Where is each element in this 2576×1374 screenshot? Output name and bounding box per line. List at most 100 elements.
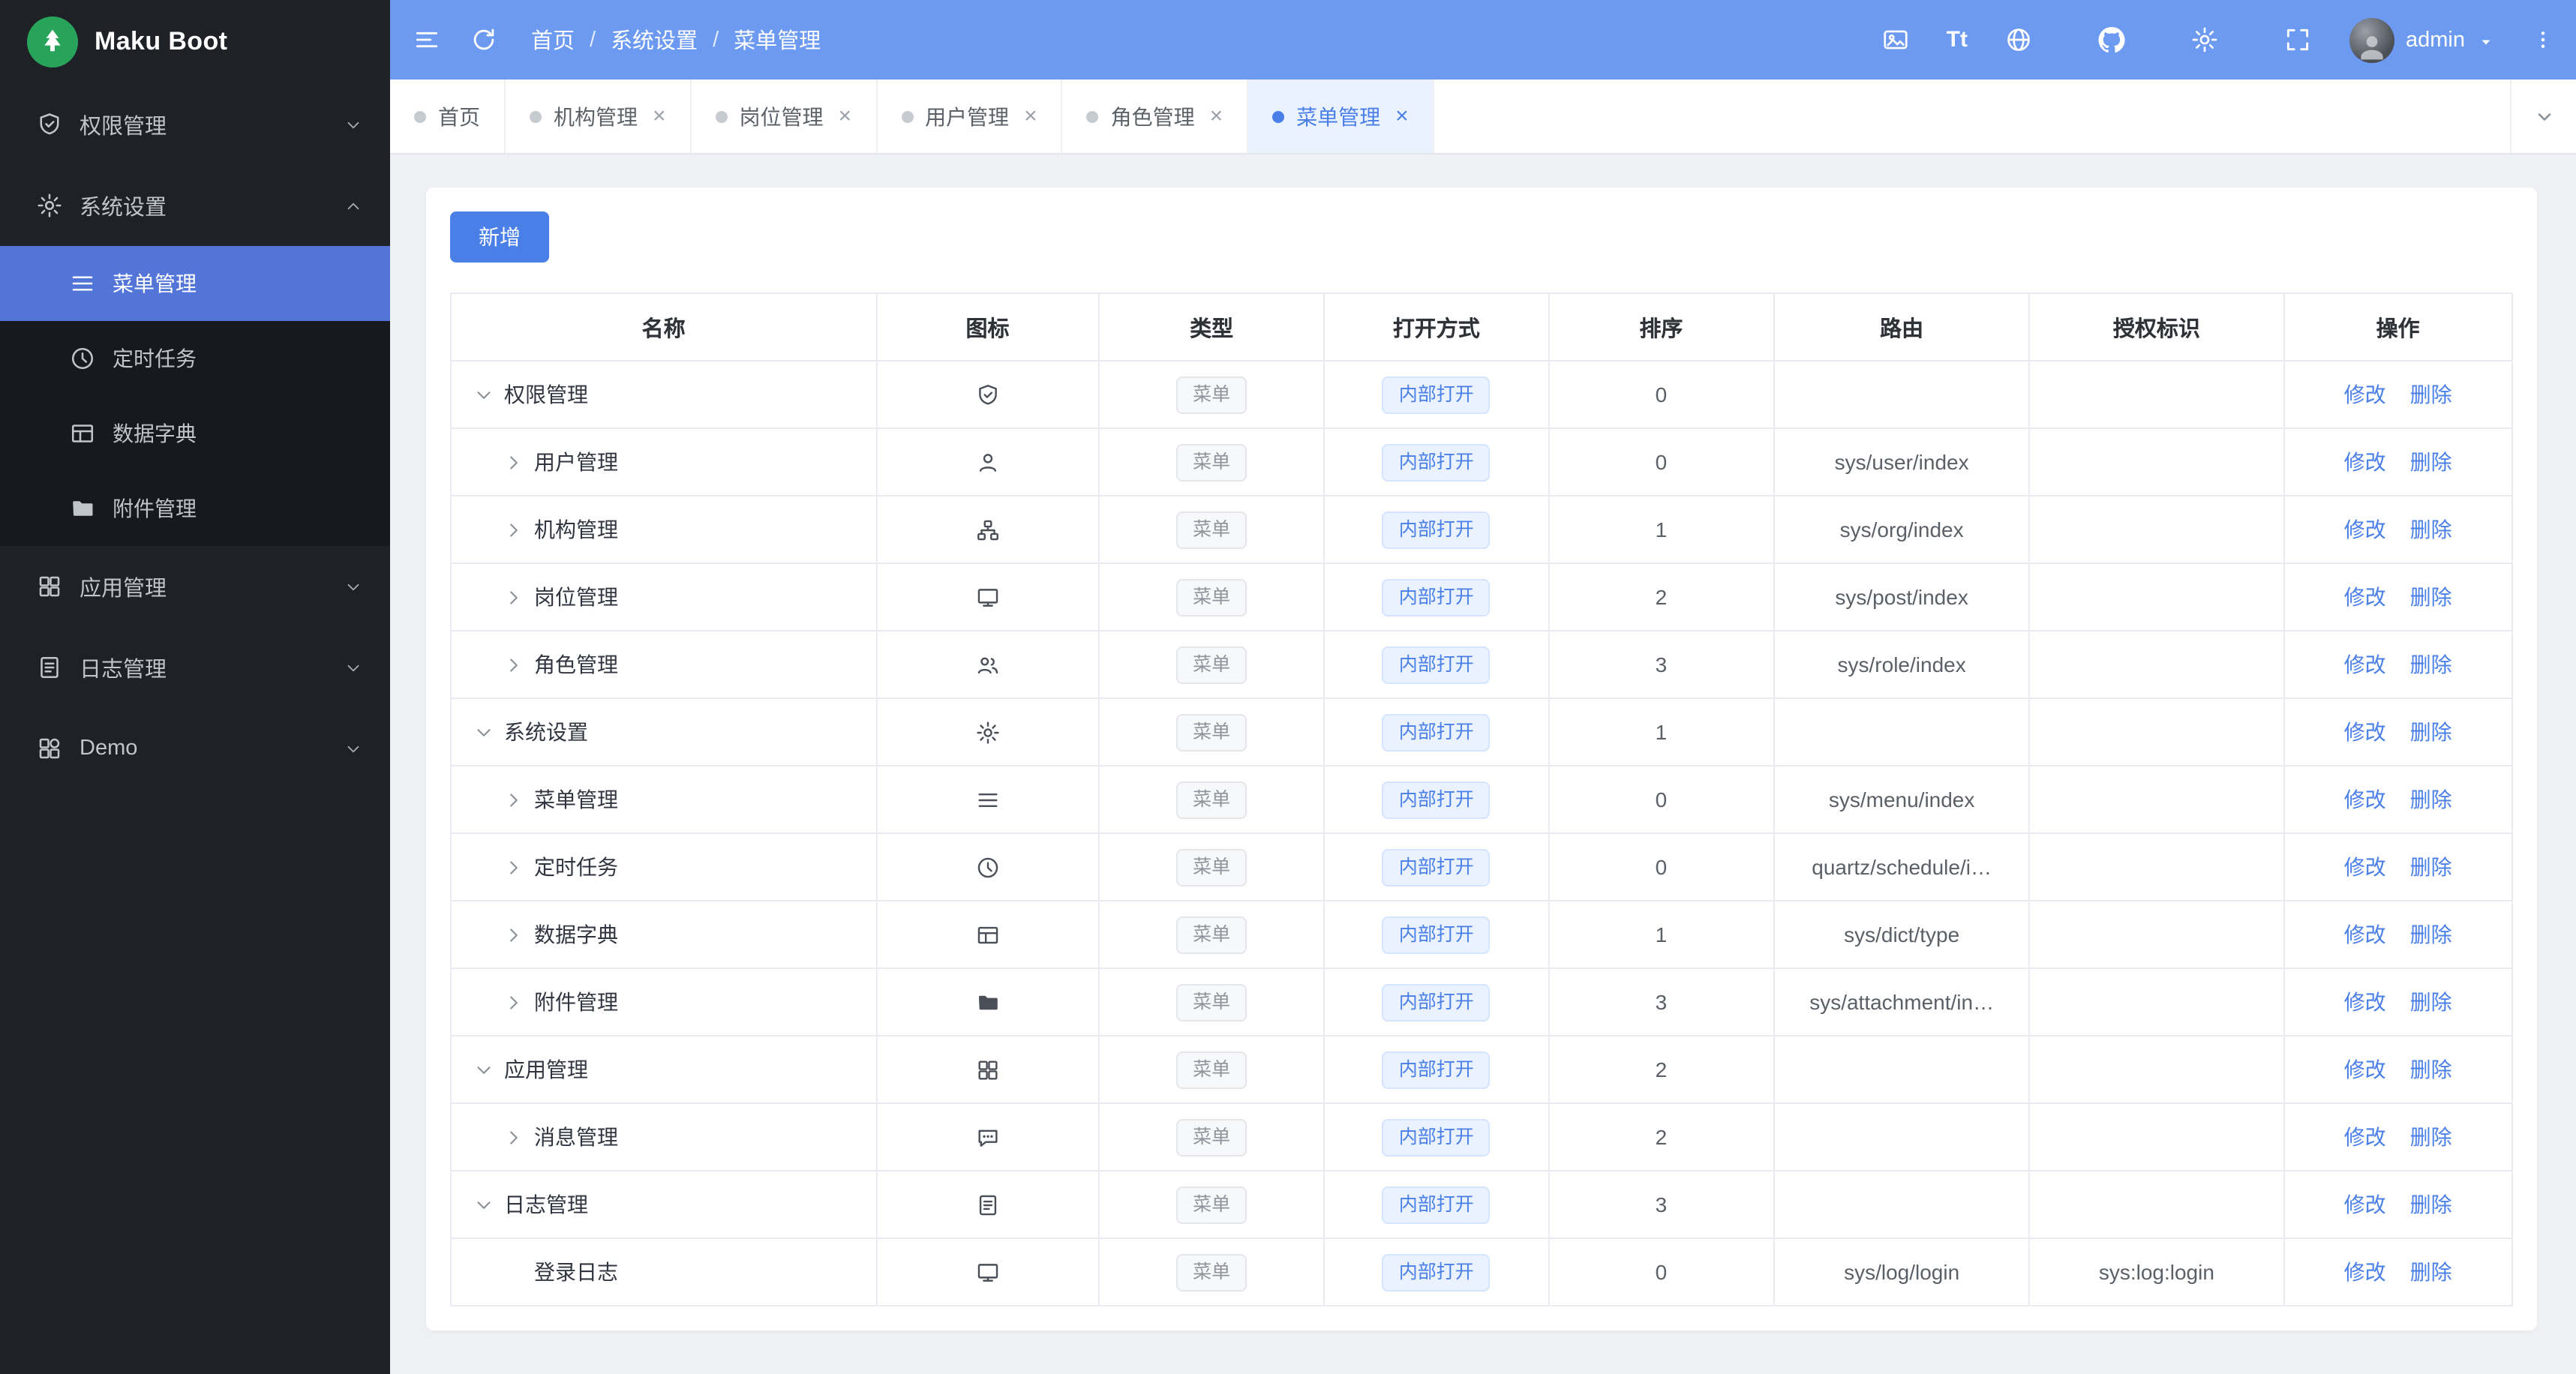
chevron-right-icon[interactable] bbox=[503, 788, 525, 811]
column-header: 路由 bbox=[1773, 292, 2031, 362]
tab-label: 岗位管理 bbox=[739, 104, 824, 128]
user-menu[interactable]: admin bbox=[2349, 17, 2495, 62]
edit-link[interactable]: 修改 bbox=[2344, 450, 2386, 474]
edit-link[interactable]: 修改 bbox=[2344, 720, 2386, 744]
add-button[interactable]: 新增 bbox=[450, 212, 549, 262]
screenshot-icon[interactable] bbox=[1881, 25, 1911, 55]
breadcrumb-item[interactable]: 菜单管理 bbox=[734, 24, 821, 56]
edit-link[interactable]: 修改 bbox=[2344, 788, 2386, 812]
sidebar-item-folder[interactable]: 附件管理 bbox=[0, 471, 390, 546]
open-mode-cell: 内部打开 bbox=[1323, 1035, 1550, 1104]
type-cell: 菜单 bbox=[1097, 495, 1326, 564]
refresh-icon[interactable] bbox=[468, 25, 498, 55]
font-size-icon[interactable]: Tt bbox=[1947, 27, 1968, 52]
delete-link[interactable]: 删除 bbox=[2410, 450, 2452, 474]
settings-gear-icon[interactable] bbox=[2190, 25, 2220, 55]
tab-首页[interactable]: 首页 bbox=[390, 80, 506, 153]
open-mode-cell: 内部打开 bbox=[1323, 968, 1550, 1036]
sidebar-item-demo[interactable]: Demo bbox=[0, 708, 390, 789]
icon-cell bbox=[875, 428, 1100, 496]
edit-link[interactable]: 修改 bbox=[2344, 1260, 2386, 1284]
sidebar-item-menu[interactable]: 菜单管理 bbox=[0, 246, 390, 321]
breadcrumb-separator: / bbox=[713, 28, 719, 52]
chevron-right-icon[interactable] bbox=[503, 653, 525, 676]
github-icon[interactable] bbox=[2097, 25, 2127, 55]
edit-link[interactable]: 修改 bbox=[2344, 1192, 2386, 1216]
chevron-right-icon[interactable] bbox=[503, 518, 525, 541]
tab-close-icon[interactable]: × bbox=[1210, 105, 1223, 128]
hamburger-icon[interactable] bbox=[411, 25, 441, 55]
edit-link[interactable]: 修改 bbox=[2344, 652, 2386, 676]
route-cell bbox=[1773, 1170, 2031, 1239]
edit-link[interactable]: 修改 bbox=[2344, 922, 2386, 946]
edit-link[interactable]: 修改 bbox=[2344, 518, 2386, 542]
delete-link[interactable]: 删除 bbox=[2410, 1192, 2452, 1216]
auth-cell bbox=[2028, 1170, 2285, 1239]
type-cell: 菜单 bbox=[1097, 1238, 1326, 1306]
sidebar-item-table[interactable]: 数据字典 bbox=[0, 396, 390, 471]
tab-角色管理[interactable]: 角色管理 × bbox=[1063, 80, 1249, 153]
tab-close-icon[interactable]: × bbox=[653, 105, 666, 128]
delete-link[interactable]: 删除 bbox=[2410, 922, 2452, 946]
delete-link[interactable]: 删除 bbox=[2410, 382, 2452, 406]
delete-link[interactable]: 删除 bbox=[2410, 990, 2452, 1014]
tab-close-icon[interactable]: × bbox=[1024, 105, 1037, 128]
chevron-right-icon[interactable] bbox=[503, 991, 525, 1013]
tab-close-icon[interactable]: × bbox=[839, 105, 852, 128]
tab-菜单管理[interactable]: 菜单管理 × bbox=[1248, 80, 1434, 153]
chevron-right-icon[interactable] bbox=[503, 923, 525, 946]
delete-link[interactable]: 删除 bbox=[2410, 788, 2452, 812]
chevron-right-icon[interactable] bbox=[503, 1126, 525, 1148]
edit-link[interactable]: 修改 bbox=[2344, 1125, 2386, 1149]
kebab-menu-icon[interactable] bbox=[2531, 25, 2555, 55]
actions-cell: 修改 删除 bbox=[2283, 562, 2514, 632]
sidebar-item-gear[interactable]: 系统设置 bbox=[0, 165, 390, 246]
delete-link[interactable]: 删除 bbox=[2410, 518, 2452, 542]
delete-link[interactable]: 删除 bbox=[2410, 1058, 2452, 1082]
name-cell: 数据字典 bbox=[450, 900, 878, 969]
type-cell: 菜单 bbox=[1097, 630, 1326, 699]
tab-岗位管理[interactable]: 岗位管理 × bbox=[692, 80, 878, 153]
delete-link[interactable]: 删除 bbox=[2410, 720, 2452, 744]
table-row: 权限管理 菜单 内部打开 0 修改 删除 bbox=[450, 360, 2514, 429]
edit-link[interactable]: 修改 bbox=[2344, 855, 2386, 879]
edit-link[interactable]: 修改 bbox=[2344, 990, 2386, 1014]
actions-cell: 修改 删除 bbox=[2283, 360, 2514, 429]
sidebar-item-doc[interactable]: 日志管理 bbox=[0, 627, 390, 708]
open-mode-cell: 内部打开 bbox=[1323, 1170, 1550, 1239]
sidebar-item-clock[interactable]: 定时任务 bbox=[0, 321, 390, 396]
breadcrumb-item[interactable]: 首页 bbox=[531, 24, 575, 56]
table-row: 附件管理 菜单 内部打开 3 sys/attachment/in… 修改 删除 bbox=[450, 968, 2514, 1036]
breadcrumb-item[interactable]: 系统设置 bbox=[611, 24, 698, 56]
open-mode-tag: 内部打开 bbox=[1382, 1253, 1491, 1291]
chevron-down-icon[interactable] bbox=[473, 1193, 495, 1216]
fullscreen-icon[interactable] bbox=[2283, 25, 2313, 55]
chevron-down-icon[interactable] bbox=[473, 1058, 495, 1081]
chevron-right-icon[interactable] bbox=[503, 586, 525, 608]
tab-用户管理[interactable]: 用户管理 × bbox=[877, 80, 1063, 153]
open-mode-cell: 内部打开 bbox=[1323, 428, 1550, 496]
delete-link[interactable]: 删除 bbox=[2410, 652, 2452, 676]
tab-close-icon[interactable]: × bbox=[1395, 105, 1409, 128]
edit-link[interactable]: 修改 bbox=[2344, 1058, 2386, 1082]
chevron-right-icon[interactable] bbox=[503, 856, 525, 878]
chevron-right-icon[interactable] bbox=[503, 451, 525, 473]
chevron-down-icon[interactable] bbox=[473, 721, 495, 743]
chevron-down-icon[interactable] bbox=[473, 383, 495, 406]
actions-cell: 修改 删除 bbox=[2283, 428, 2514, 496]
icon-cell bbox=[875, 562, 1100, 632]
sidebar-item-grid[interactable]: 应用管理 bbox=[0, 546, 390, 627]
delete-link[interactable]: 删除 bbox=[2410, 855, 2452, 879]
caret-down-icon bbox=[2477, 31, 2495, 49]
type-tag: 菜单 bbox=[1176, 578, 1247, 616]
delete-link[interactable]: 删除 bbox=[2410, 1125, 2452, 1149]
sidebar-item-shield[interactable]: 权限管理 bbox=[0, 84, 390, 165]
tab-机构管理[interactable]: 机构管理 × bbox=[506, 80, 692, 153]
menu-icon bbox=[975, 788, 1001, 813]
delete-link[interactable]: 删除 bbox=[2410, 1260, 2452, 1284]
language-globe-icon[interactable] bbox=[2004, 25, 2034, 55]
edit-link[interactable]: 修改 bbox=[2344, 585, 2386, 609]
delete-link[interactable]: 删除 bbox=[2410, 585, 2452, 609]
tab-list-chevron-down-icon[interactable] bbox=[2510, 80, 2576, 153]
edit-link[interactable]: 修改 bbox=[2344, 382, 2386, 406]
